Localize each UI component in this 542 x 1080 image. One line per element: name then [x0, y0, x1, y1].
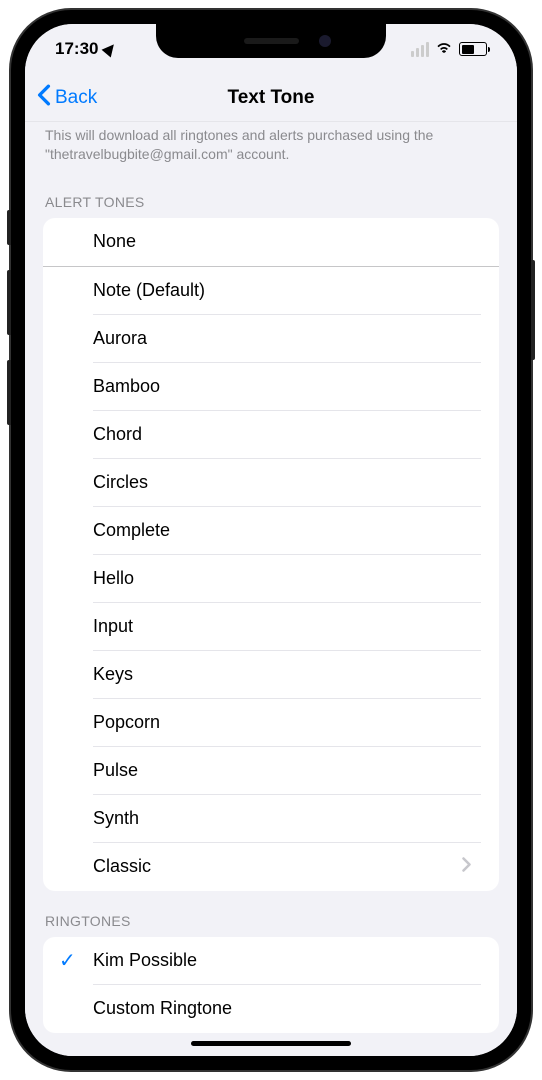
tone-label: Keys: [93, 664, 471, 685]
chevron-left-icon: [37, 84, 51, 112]
ringtone-item[interactable]: Custom Ringtone: [43, 985, 499, 1033]
tone-label: Pulse: [93, 760, 471, 781]
phone-frame: 17:30: [11, 10, 531, 1070]
tone-item[interactable]: Synth: [43, 795, 499, 843]
tone-label: Popcorn: [93, 712, 471, 733]
tone-item[interactable]: Input: [43, 603, 499, 651]
tone-label: Bamboo: [93, 376, 471, 397]
back-button[interactable]: Back: [37, 84, 97, 112]
tone-label: Circles: [93, 472, 471, 493]
back-label: Back: [55, 87, 97, 109]
status-right: [411, 40, 487, 59]
tone-label: None: [93, 231, 471, 252]
download-description: This will download all ringtones and ale…: [25, 122, 517, 172]
location-icon: [102, 41, 119, 58]
ringtone-label: Custom Ringtone: [93, 998, 471, 1019]
phone-side-buttons-left: [7, 210, 11, 450]
tone-item[interactable]: Note (Default): [43, 267, 499, 315]
tone-label: Complete: [93, 520, 471, 541]
tone-item[interactable]: Pulse: [43, 747, 499, 795]
battery-icon: [459, 42, 487, 56]
tone-item[interactable]: Keys: [43, 651, 499, 699]
tone-label: Note (Default): [93, 280, 471, 301]
phone-side-buttons-right: [531, 260, 535, 360]
content[interactable]: This will download all ringtones and ale…: [25, 122, 517, 1056]
checkmark-icon: ✓: [59, 948, 76, 973]
notch: [156, 24, 386, 58]
tone-label: Classic: [93, 856, 462, 877]
tone-item[interactable]: Chord: [43, 411, 499, 459]
status-left: 17:30: [55, 39, 116, 59]
status-time: 17:30: [55, 39, 98, 59]
tone-item[interactable]: Aurora: [43, 315, 499, 363]
ringtone-item[interactable]: ✓ Kim Possible: [43, 937, 499, 985]
tone-label: Synth: [93, 808, 471, 829]
ringtones-header: RINGTONES: [25, 891, 517, 937]
tone-item[interactable]: Popcorn: [43, 699, 499, 747]
tone-item[interactable]: Circles: [43, 459, 499, 507]
tone-item-classic[interactable]: Classic: [43, 843, 499, 891]
alert-tones-list: None Note (Default) Aurora Bamboo: [43, 218, 499, 891]
tone-label: Chord: [93, 424, 471, 445]
screen: 17:30: [25, 24, 517, 1056]
signal-icon: [411, 42, 429, 57]
tone-label: Hello: [93, 568, 471, 589]
tone-label: Aurora: [93, 328, 471, 349]
ringtone-label: Kim Possible: [93, 950, 471, 971]
tone-item-none[interactable]: None: [43, 218, 499, 267]
alert-tones-header: ALERT TONES: [25, 172, 517, 218]
nav-bar: Back Text Tone: [25, 74, 517, 122]
tone-label: Input: [93, 616, 471, 637]
tone-item[interactable]: Complete: [43, 507, 499, 555]
chevron-right-icon: [462, 857, 471, 877]
tone-item[interactable]: Bamboo: [43, 363, 499, 411]
wifi-icon: [435, 40, 453, 59]
tone-item[interactable]: Hello: [43, 555, 499, 603]
page-title: Text Tone: [228, 87, 315, 109]
home-indicator[interactable]: [191, 1041, 351, 1046]
ringtones-list: ✓ Kim Possible Custom Ringtone: [43, 937, 499, 1033]
